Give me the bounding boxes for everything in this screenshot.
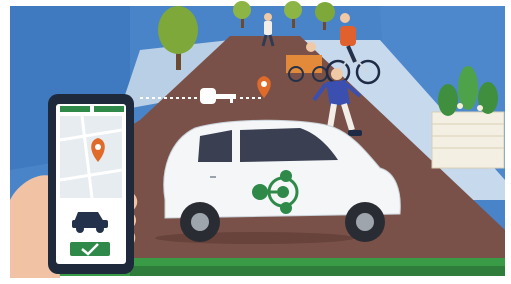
app-header-bar-right [94, 106, 124, 112]
confirm-button[interactable] [70, 242, 110, 256]
car-sharing-illustration [0, 0, 511, 284]
grass-shadow [130, 266, 505, 276]
scene-svg [0, 0, 511, 284]
smartphone [48, 94, 134, 274]
app-header-bar-left [60, 106, 90, 112]
